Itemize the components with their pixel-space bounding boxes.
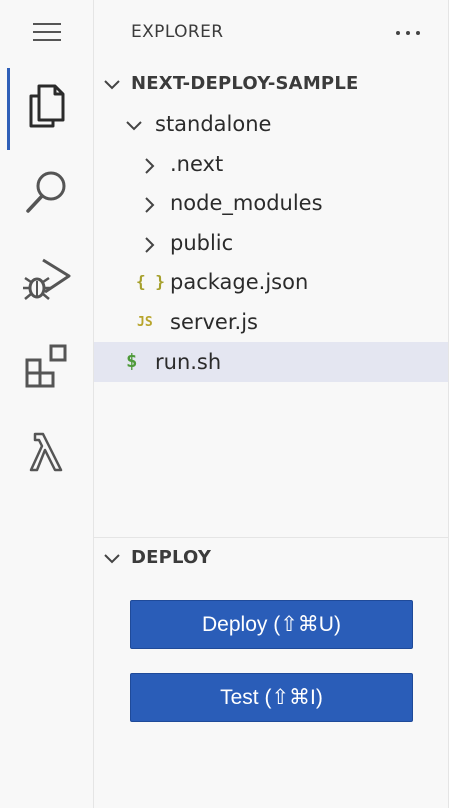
chevron-right-icon bbox=[145, 158, 155, 174]
vscode-window: EXPLORER NEXT-DEPLOY-SAMPLE standalone .… bbox=[0, 0, 454, 808]
tree-item-next[interactable]: .next bbox=[94, 144, 448, 184]
activity-bar bbox=[0, 0, 94, 808]
tree-item-label: public bbox=[170, 231, 234, 255]
run-debug-icon[interactable] bbox=[0, 238, 94, 318]
chevron-right-icon bbox=[145, 197, 155, 213]
explorer-title: EXPLORER bbox=[131, 22, 224, 42]
lambda-icon[interactable] bbox=[0, 412, 94, 492]
deploy-section-title: DEPLOY bbox=[131, 547, 212, 568]
tree-item-node-modules[interactable]: node_modules bbox=[94, 183, 448, 223]
explorer-icon[interactable] bbox=[0, 64, 94, 150]
chevron-down-icon bbox=[104, 80, 120, 90]
chevron-down-icon bbox=[104, 554, 120, 564]
tree-item-label: server.js bbox=[170, 310, 258, 334]
tree-item-standalone[interactable]: standalone bbox=[94, 104, 448, 144]
ellipsis-icon[interactable] bbox=[396, 22, 420, 44]
tree-item-label: standalone bbox=[155, 112, 272, 136]
chevron-down-icon bbox=[126, 121, 142, 131]
tree-item-package-json[interactable]: { } package.json bbox=[94, 262, 448, 302]
section-divider bbox=[94, 537, 448, 538]
editor-edge bbox=[448, 0, 454, 808]
tree-item-label: .next bbox=[170, 152, 224, 176]
explorer-sidebar: EXPLORER NEXT-DEPLOY-SAMPLE standalone .… bbox=[94, 0, 450, 808]
tree-item-label: run.sh bbox=[155, 350, 222, 374]
deploy-button[interactable]: Deploy (⇧⌘U) bbox=[130, 600, 413, 649]
js-file-icon: JS bbox=[137, 315, 153, 330]
json-file-icon: { } bbox=[136, 272, 165, 291]
tree-item-label: node_modules bbox=[170, 191, 323, 215]
project-name: NEXT-DEPLOY-SAMPLE bbox=[131, 73, 359, 94]
tree-item-run-sh[interactable]: $ run.sh bbox=[94, 342, 448, 382]
search-icon[interactable] bbox=[0, 152, 94, 232]
extensions-icon[interactable] bbox=[0, 326, 94, 406]
shell-file-icon: $ bbox=[126, 350, 138, 372]
chevron-right-icon bbox=[145, 237, 155, 253]
tree-item-label: package.json bbox=[170, 270, 309, 294]
menu-icon[interactable] bbox=[0, 0, 94, 72]
tree-item-server-js[interactable]: JS server.js bbox=[94, 302, 448, 342]
test-button[interactable]: Test (⇧⌘I) bbox=[130, 673, 413, 722]
project-section-header[interactable]: NEXT-DEPLOY-SAMPLE bbox=[94, 65, 450, 103]
deploy-section-header[interactable]: DEPLOY bbox=[94, 539, 450, 577]
explorer-header: EXPLORER bbox=[94, 0, 450, 66]
tree-item-public[interactable]: public bbox=[94, 223, 448, 263]
